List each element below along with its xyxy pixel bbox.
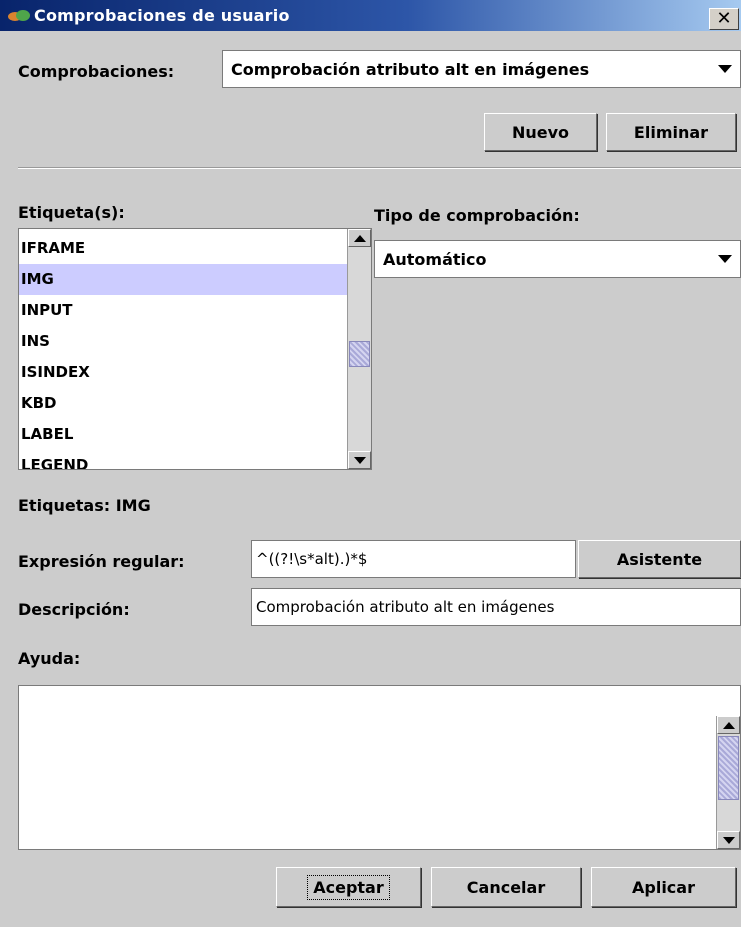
regex-label: Expresión regular: — [18, 552, 185, 571]
description-label: Descripción: — [18, 600, 130, 619]
tag-list-item[interactable]: KBD — [19, 388, 347, 419]
scroll-down-icon[interactable] — [717, 831, 740, 849]
tag-list-item[interactable]: LABEL — [19, 419, 347, 450]
tags-list: IFRAME IMG INPUT INS ISINDEX KBD LABEL LEGEND — [19, 233, 347, 469]
check-type-combobox[interactable]: Automático — [374, 240, 741, 278]
checks-combobox[interactable]: Comprobación atributo alt en imágenes — [222, 50, 741, 88]
checks-selected: Comprobación atributo alt en imágenes — [231, 59, 590, 79]
tag-list-item[interactable]: IMG — [19, 264, 347, 295]
delete-button[interactable]: Eliminar — [606, 113, 736, 151]
scroll-up-icon[interactable] — [717, 716, 740, 734]
tags-scrollbar[interactable] — [347, 229, 371, 469]
tags-summary-value: IMG — [115, 496, 151, 515]
chevron-down-icon — [718, 255, 732, 263]
title-bar: Comprobaciones de usuario — [0, 0, 741, 31]
checks-label: Comprobaciones: — [18, 62, 175, 81]
app-icon — [8, 9, 30, 22]
new-button[interactable]: Nuevo — [484, 113, 597, 151]
cancel-button[interactable]: Cancelar — [431, 867, 581, 907]
help-textarea[interactable] — [18, 685, 741, 850]
tag-list-item[interactable]: INS — [19, 326, 347, 357]
tags-label: Etiqueta(s): — [18, 203, 125, 222]
check-type-label: Tipo de comprobación: — [374, 206, 580, 225]
scroll-thumb[interactable] — [349, 341, 370, 367]
help-label: Ayuda: — [18, 649, 81, 668]
window-title: Comprobaciones de usuario — [34, 6, 290, 25]
help-text — [19, 686, 740, 694]
chevron-down-icon — [718, 65, 732, 73]
tag-list-item[interactable]: LEGEND — [19, 450, 347, 469]
close-button[interactable]: ✕ — [709, 8, 739, 30]
description-input[interactable]: Comprobación atributo alt en imágenes — [251, 588, 741, 626]
tag-list-item[interactable]: ISINDEX — [19, 357, 347, 388]
accept-button-label: Aceptar — [307, 874, 390, 900]
scroll-up-icon[interactable] — [348, 229, 371, 247]
scroll-down-icon[interactable] — [348, 451, 371, 469]
tag-list-item[interactable]: IFRAME — [19, 233, 347, 264]
tag-list-item[interactable]: INPUT — [19, 295, 347, 326]
tags-summary: Etiquetas: IMG — [18, 496, 151, 515]
scroll-thumb[interactable] — [718, 736, 739, 800]
tags-listbox[interactable]: IFRAME IMG INPUT INS ISINDEX KBD LABEL LEGEND — [18, 228, 372, 470]
close-icon: ✕ — [716, 8, 732, 29]
tags-summary-label: Etiquetas: — [18, 496, 111, 515]
check-type-selected: Automático — [383, 249, 487, 269]
wizard-button[interactable]: Asistente — [578, 540, 741, 578]
apply-button[interactable]: Aplicar — [591, 867, 736, 907]
help-scrollbar[interactable] — [716, 716, 740, 849]
regex-input[interactable]: ^((?!\s*alt).)*$ — [251, 540, 576, 578]
accept-button[interactable]: Aceptar — [276, 867, 421, 907]
